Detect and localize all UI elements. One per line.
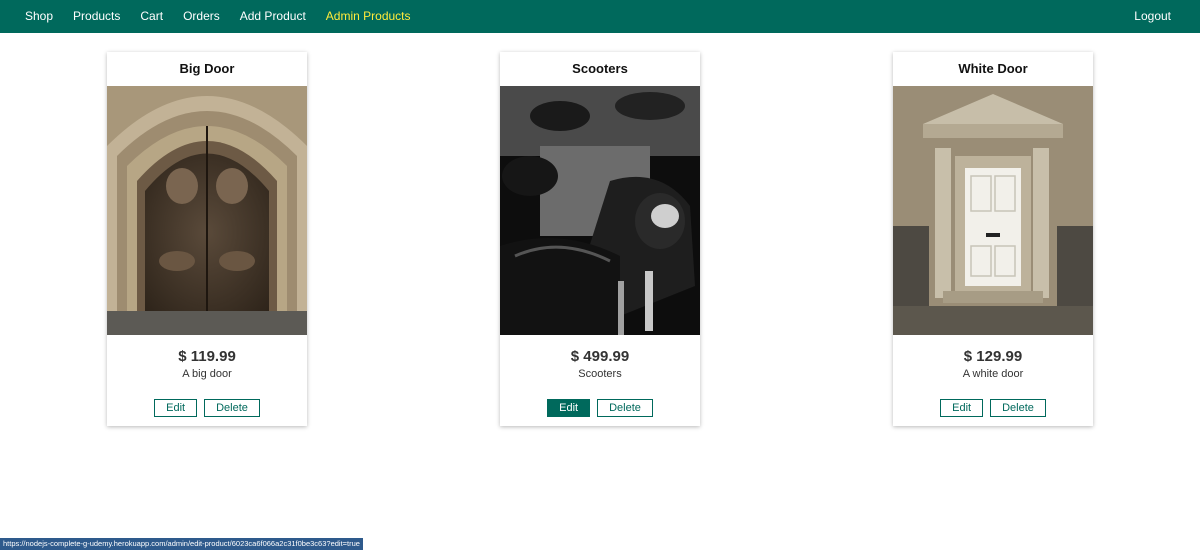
delete-button[interactable]: Delete [990, 399, 1046, 417]
nav-products[interactable]: Products [73, 0, 120, 33]
card-actions: Edit Delete [107, 399, 307, 417]
product-description: Scooters [578, 368, 622, 380]
nav-admin-products[interactable]: Admin Products [326, 0, 411, 33]
card-actions: Edit Delete [500, 399, 700, 417]
nav-shop[interactable]: Shop [25, 0, 53, 33]
top-navigation: Shop Products Cart Orders Add Product Ad… [0, 0, 1200, 33]
product-card: Scooters $ 499.99 Scooters Edit Delete [500, 52, 700, 426]
link-status-bar: https://nodejs-complete-g-udemy.herokuap… [0, 538, 363, 550]
product-title: White Door [958, 61, 1028, 76]
product-price: $ 499.99 [570, 348, 630, 365]
nav-cart[interactable]: Cart [140, 0, 163, 33]
product-price: $ 129.99 [963, 348, 1023, 365]
delete-button[interactable]: Delete [597, 399, 653, 417]
main-nav: Shop Products Cart Orders Add Product Ad… [0, 0, 431, 33]
nav-orders[interactable]: Orders [183, 0, 220, 33]
product-title: Big Door [179, 61, 235, 76]
product-card: White Door $ 129.99 A white door Edit De… [893, 52, 1093, 426]
product-title: Scooters [572, 61, 628, 76]
product-grid: Big Door $ 119.99 A big door Edit Delete… [0, 52, 1200, 432]
delete-button[interactable]: Delete [204, 399, 260, 417]
product-description: A big door [182, 368, 232, 380]
door-arch-photo [107, 86, 307, 335]
logout-link[interactable]: Logout [1134, 0, 1171, 33]
product-description: A white door [962, 368, 1024, 380]
card-actions: Edit Delete [893, 399, 1093, 417]
product-card: Big Door $ 119.99 A big door Edit Delete [107, 52, 307, 426]
nav-add-product[interactable]: Add Product [240, 0, 306, 33]
scooters-photo [500, 86, 700, 335]
white-door-photo [893, 86, 1093, 335]
edit-button[interactable]: Edit [547, 399, 591, 417]
edit-button[interactable]: Edit [940, 399, 984, 417]
edit-button[interactable]: Edit [154, 399, 198, 417]
product-price: $ 119.99 [178, 348, 236, 365]
